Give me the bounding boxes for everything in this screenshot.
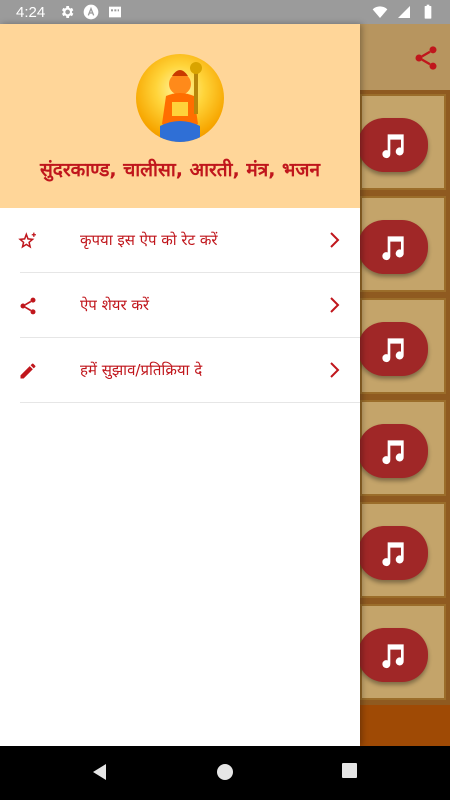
music-play-button[interactable] [358,322,428,376]
gear-icon [62,6,74,18]
music-note-icon [382,542,404,567]
menu-item-label: हमें सुझाव/प्रतिक्रिया दे [80,361,203,379]
gallery-icon [109,6,122,18]
menu-divider [20,402,360,403]
status-time: 4:24 [16,3,46,21]
system-navigation-bar [0,746,450,800]
music-play-button[interactable] [358,526,428,580]
music-note-icon [382,644,404,669]
cellular-signal-icon [398,6,410,18]
music-play-button[interactable] [358,220,428,274]
back-icon[interactable] [90,762,110,782]
music-note-icon [382,236,404,261]
chevron-right-icon [330,297,340,313]
music-note-icon [382,338,404,363]
music-play-button[interactable] [358,628,428,682]
navigation-drawer: सुंदरकाण्ड, चालीसा, आरती, मंत्र, भजन कृप… [0,24,360,746]
battery-icon [424,4,432,19]
star-sparkle-icon [18,232,36,249]
hanuman-avatar [136,54,224,142]
status-bar: 4:24 [0,0,450,24]
home-icon[interactable] [216,762,234,782]
drawer-title: सुंदरकाण्ड, चालीसा, आरती, मंत्र, भजन [39,159,321,181]
menu-item-rate-app[interactable]: कृपया इस ऐप को रेट करें [0,208,360,273]
music-play-button[interactable] [358,424,428,478]
a-letter-icon [83,4,99,20]
drawer-menu: कृपया इस ऐप को रेट करें ऐप शेयर करें हमे… [0,208,360,403]
share-icon[interactable] [412,44,440,72]
music-note-icon [382,440,404,465]
menu-item-feedback[interactable]: हमें सुझाव/प्रतिक्रिया दे [0,338,360,403]
menu-item-share-app[interactable]: ऐप शेयर करें [0,273,360,338]
chevron-right-icon [330,232,340,248]
deity-illustration [160,62,202,142]
recents-icon[interactable] [341,762,358,779]
chevron-right-icon [330,362,340,378]
share-icon [20,297,36,315]
music-note-icon [382,134,404,159]
menu-item-label: कृपया इस ऐप को रेट करें [80,231,218,249]
music-play-button[interactable] [358,118,428,172]
menu-item-label: ऐप शेयर करें [80,296,150,314]
wifi-icon [372,6,388,18]
drawer-header: सुंदरकाण्ड, चालीसा, आरती, मंत्र, भजन [0,24,360,208]
pencil-icon [20,363,36,379]
